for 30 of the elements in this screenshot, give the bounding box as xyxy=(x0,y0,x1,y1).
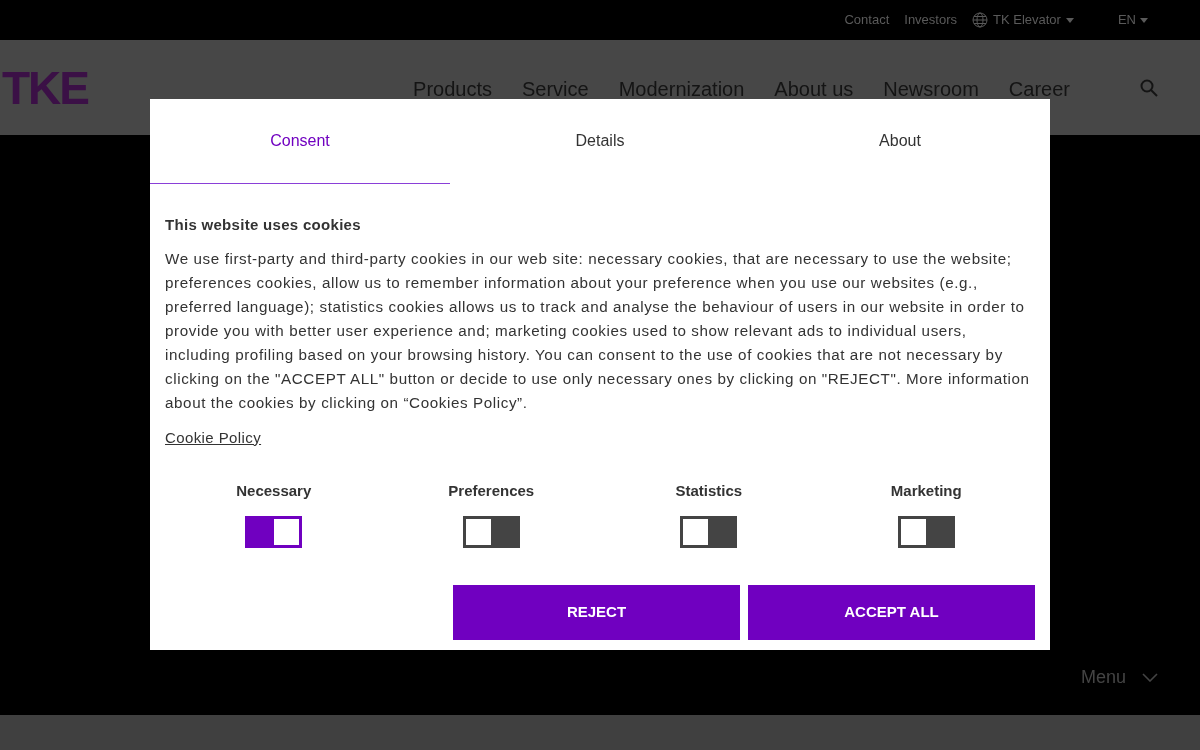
toggle-switch[interactable] xyxy=(462,516,520,548)
dialog-tab[interactable]: About xyxy=(750,99,1050,184)
toggle-label: Marketing xyxy=(890,480,962,501)
toggle-label: Necessary xyxy=(236,480,312,501)
logo[interactable]: TKE xyxy=(2,64,88,111)
toggle-label: Preferences xyxy=(448,480,535,501)
toggle-switch[interactable] xyxy=(680,516,738,548)
toggle-knob xyxy=(683,519,709,545)
language-selector[interactable]: EN xyxy=(1117,10,1148,30)
menu-button[interactable]: Menu xyxy=(1080,664,1158,691)
dialog-text: We use first-party and third-party cookies in our web site: necessary cookies, that are necessary to use the website; preferences cookies, allow us to remember information about your preference when you use our websites (e.g., preferred language); statistics cookies allows us to track and analyse the behaviour of users in our website in order to provide you with better user experience and; marketing cookies used to show relevant ads to individual users, including profiling based on your browsing history. You can consent to the use of cookies that are not necessary by clicking on the "ACCEPT ALL" button or decide to use only necessary ones by clicking on "REJECT". More information about the cookies by clicking on “Cookies Policy”. xyxy=(165,248,1031,413)
top-link[interactable]: Investors xyxy=(904,10,957,30)
dialog-button[interactable]: ACCEPT ALL xyxy=(748,585,1035,640)
top-link[interactable]: Contact xyxy=(844,10,890,30)
toggle-label: Statistics xyxy=(675,480,743,501)
caret-icon xyxy=(1065,17,1074,23)
cookie-policy-link[interactable]: Cookie Policy xyxy=(165,426,262,449)
globe-icon xyxy=(972,12,988,28)
dialog-title: This website uses cookies xyxy=(165,215,362,235)
toggle-knob xyxy=(465,519,491,545)
chevron-down-icon xyxy=(1142,673,1158,682)
toggle-knob xyxy=(900,519,926,545)
dialog-tab[interactable]: Consent xyxy=(150,99,450,184)
caret-icon xyxy=(1140,17,1148,23)
dialog-button[interactable]: REJECT xyxy=(453,585,740,640)
toggle-switch[interactable] xyxy=(245,516,303,548)
toggle-switch[interactable] xyxy=(897,516,955,548)
dialog-tab[interactable]: Details xyxy=(450,99,750,184)
toggle-knob xyxy=(274,519,300,545)
site-selector[interactable]: TK Elevator xyxy=(972,10,1074,30)
